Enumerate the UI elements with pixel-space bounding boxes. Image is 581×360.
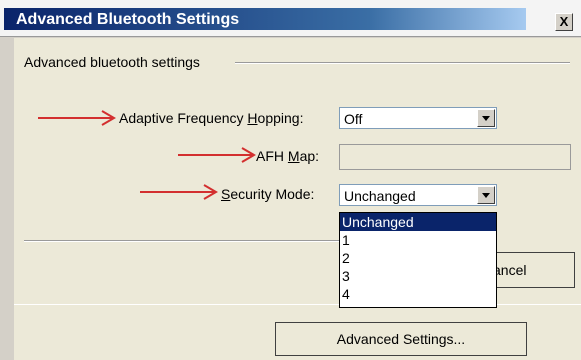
security-mode-label: Security Mode: — [221, 186, 314, 202]
afh-map-field — [339, 144, 571, 170]
group-label: Advanced bluetooth settings — [24, 54, 206, 70]
cancel-button-label: ancel — [493, 262, 527, 278]
security-mode-select[interactable]: Unchanged — [339, 184, 497, 206]
dropdown-option-4[interactable]: 4 — [340, 285, 496, 303]
security-label-post: ecurity Mode: — [230, 186, 315, 202]
dropdown-option-3[interactable]: 3 — [340, 267, 496, 285]
separator — [24, 240, 340, 242]
dropdown-option-2[interactable]: 2 — [340, 249, 496, 267]
dialog-window: Advanced Bluetooth Settings X Advanced b… — [0, 0, 581, 360]
title-bar: Advanced Bluetooth Settings X — [0, 0, 581, 37]
afh-label-accel: H — [247, 110, 258, 126]
security-mode-dropdown-list: Unchanged 1 2 3 4 — [339, 212, 497, 308]
red-arrow-icon — [140, 184, 218, 200]
red-arrow-icon — [38, 110, 116, 126]
dropdown-option-1[interactable]: 1 — [340, 231, 496, 249]
afh-map-label-pre: AFH — [256, 148, 288, 164]
security-label-accel: S — [221, 186, 231, 202]
afh-map-label-post: ap: — [299, 148, 320, 164]
advanced-settings-button[interactable]: Advanced Settings... — [275, 322, 527, 356]
advanced-settings-label: Advanced Settings... — [336, 331, 466, 347]
close-button[interactable]: X — [555, 13, 573, 31]
chevron-down-icon[interactable] — [477, 109, 495, 127]
afh-label-post: opping: — [257, 110, 304, 126]
group-divider — [235, 62, 570, 64]
red-arrow-icon — [178, 147, 256, 163]
chevron-down-icon[interactable] — [477, 186, 495, 204]
afh-map-label-accel: M — [287, 148, 300, 164]
afh-label-pre: Adaptive Frequency — [119, 110, 248, 126]
afh-label: Adaptive Frequency Hopping: — [119, 110, 303, 126]
security-select-value: Unchanged — [344, 188, 416, 204]
afh-map-label: AFH Map: — [256, 148, 319, 164]
window-title: Advanced Bluetooth Settings — [16, 11, 240, 28]
afh-select[interactable]: Off — [339, 107, 497, 129]
afh-select-value: Off — [344, 111, 363, 127]
dropdown-option-unchanged[interactable]: Unchanged — [340, 213, 496, 231]
